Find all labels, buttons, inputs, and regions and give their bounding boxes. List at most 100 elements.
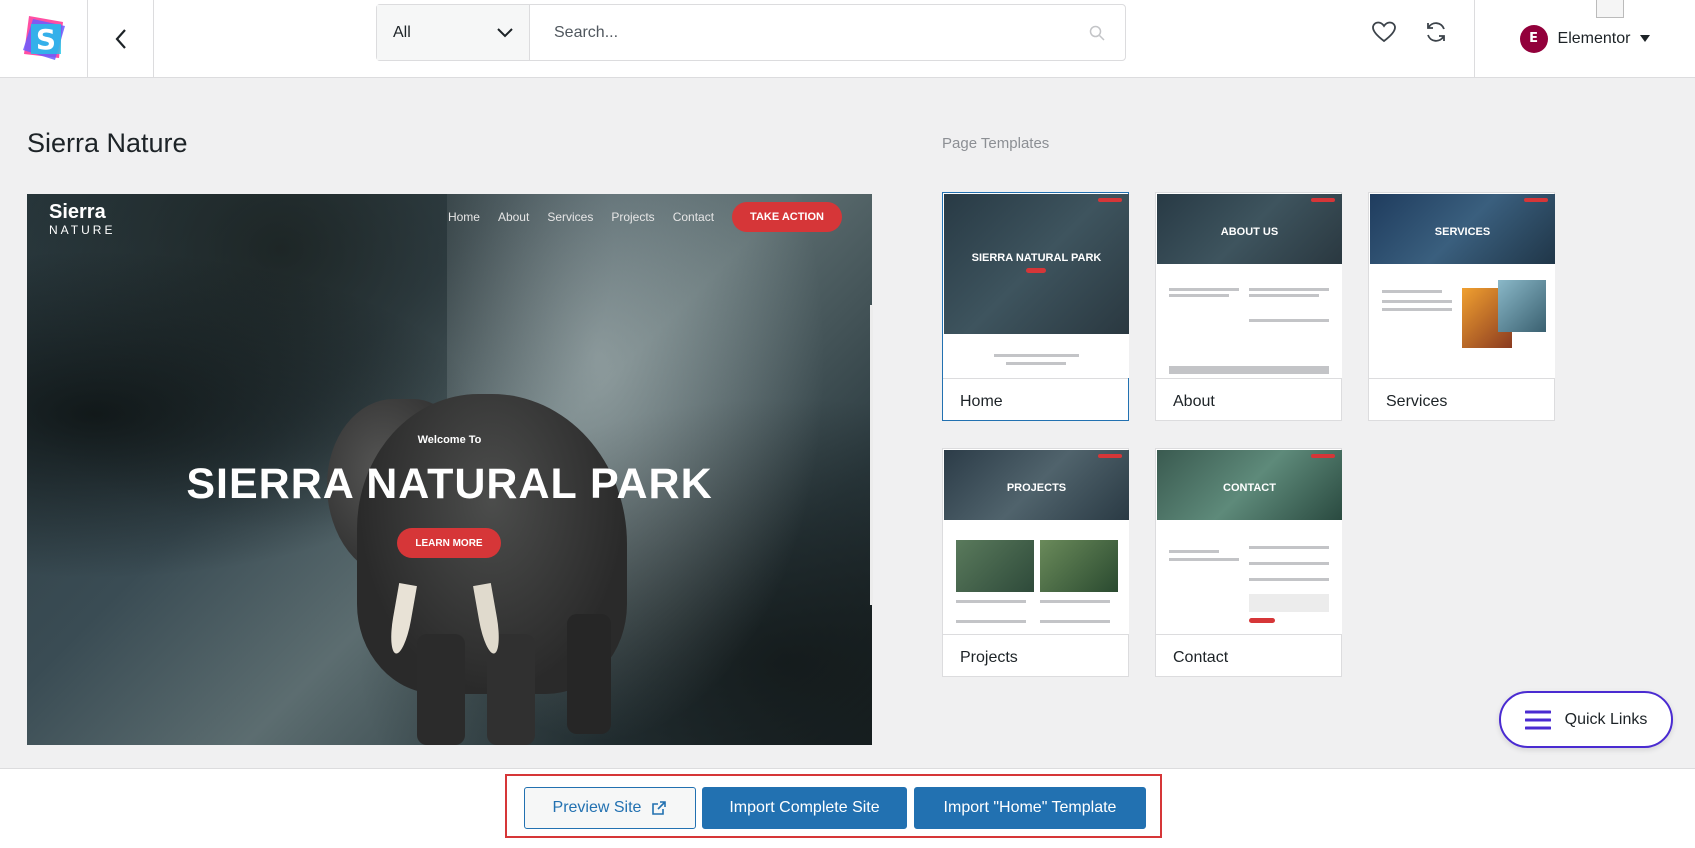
template-card-contact[interactable]: CONTACT Contact (1155, 448, 1342, 677)
thumb-line (1169, 294, 1229, 297)
thumb-line (1040, 620, 1110, 623)
template-thumbnail: ABOUT US (1157, 194, 1342, 378)
thumb-line (1249, 288, 1329, 291)
quick-links-label: Quick Links (1564, 710, 1648, 728)
thumb-line (1169, 288, 1239, 291)
broken-image-icon (1596, 0, 1624, 18)
chevron-left-icon (115, 28, 126, 49)
card-divider (1156, 634, 1341, 635)
preview-logo-title: Sierra (49, 201, 106, 223)
template-label: Contact (1173, 649, 1229, 666)
thumb-stats (1169, 366, 1329, 374)
template-card-about[interactable]: ABOUT US About (1155, 192, 1342, 421)
thumb-cta (1098, 198, 1122, 202)
preview-site-button[interactable]: Preview Site (524, 787, 696, 829)
thumb-line (1382, 290, 1442, 293)
thumb-line (1169, 558, 1239, 561)
thumb-line (1006, 362, 1066, 365)
thumb-hero-text: CONTACT (1223, 482, 1276, 494)
template-card-home[interactable]: SIERRA NATURAL PARK Home (942, 192, 1129, 421)
thumb-hero-text: PROJECTS (1006, 482, 1067, 494)
preview-learn-more: LEARN MORE (397, 528, 501, 558)
import-template-button[interactable]: Import "Home" Template (914, 787, 1146, 829)
thumb-button (1026, 268, 1046, 273)
card-divider (943, 378, 1128, 379)
sync-button[interactable] (1422, 18, 1450, 46)
app-logo[interactable]: S (0, 0, 88, 77)
thumb-line (956, 600, 1026, 603)
preview-logo-subtitle: NATURE (49, 223, 116, 237)
preview-heading: SIERRA NATURAL PARK (186, 460, 713, 508)
template-thumbnail: CONTACT (1157, 450, 1342, 634)
builder-label: Elementor (1557, 29, 1631, 47)
card-divider (943, 634, 1128, 635)
elephant-leg (567, 614, 611, 734)
preview-nav-contact: Contact (672, 210, 715, 224)
thumb-cta (1098, 454, 1122, 458)
external-link-icon (652, 801, 667, 815)
template-label: Home (960, 393, 1003, 410)
site-title: Sierra Nature (27, 128, 188, 158)
thumb-cta (1311, 198, 1335, 202)
site-preview-image: Sierra NATURE Home About Services Projec… (27, 194, 872, 745)
menu-icon (1524, 710, 1551, 729)
import-complete-label: Import Complete Site (729, 799, 880, 816)
preview-scrollbar[interactable] (870, 305, 873, 605)
back-button[interactable] (88, 0, 154, 77)
thumb-hero (944, 194, 1129, 334)
template-thumbnail: PROJECTS (944, 450, 1129, 634)
template-card-services[interactable]: SERVICES Services (1368, 192, 1555, 421)
top-header: S All E Elementor (0, 0, 1695, 78)
template-thumbnail: SIERRA NATURAL PARK (944, 194, 1129, 378)
search-icon[interactable] (1089, 25, 1105, 41)
chevron-down-icon (497, 27, 513, 37)
caret-down-icon (1640, 34, 1651, 42)
preview-nav-services: Services (547, 210, 594, 224)
thumb-line (956, 620, 1026, 623)
thumb-line (1249, 294, 1319, 297)
search-bar: All (376, 4, 1126, 61)
logo-icon: S (22, 15, 65, 60)
preview-nav: Home About Services Projects Contact TAK… (448, 202, 842, 232)
preview-nav-about: About (497, 210, 530, 224)
thumb-hero-text: SERVICES (1434, 226, 1491, 238)
page-templates-label: Page Templates (942, 135, 1050, 152)
import-complete-site-button[interactable]: Import Complete Site (702, 787, 907, 829)
thumb-photo (1498, 280, 1546, 332)
card-divider (1156, 378, 1341, 379)
quick-links-button[interactable]: Quick Links (1499, 691, 1673, 748)
thumb-hero-text: SIERRA NATURAL PARK (971, 252, 1102, 264)
thumb-field (1249, 578, 1329, 581)
thumb-line (1249, 319, 1329, 322)
thumb-line (1040, 600, 1110, 603)
card-divider (1369, 378, 1554, 379)
thumb-field (1249, 562, 1329, 565)
thumb-cta (1524, 198, 1548, 202)
thumb-photo (1040, 540, 1118, 592)
action-footer: Preview Site Import Complete Site Import… (0, 768, 1695, 848)
favorites-button[interactable] (1370, 18, 1398, 46)
heart-icon (1372, 21, 1396, 43)
refresh-icon (1427, 22, 1445, 42)
template-label: Projects (960, 649, 1018, 666)
template-thumbnail: SERVICES (1370, 194, 1555, 378)
page-builder-select[interactable]: E Elementor (1474, 0, 1695, 77)
template-label: About (1173, 393, 1215, 410)
thumb-cta (1311, 454, 1335, 458)
search-input[interactable] (554, 23, 1101, 42)
thumb-photo (956, 540, 1034, 592)
preview-site-label: Preview Site (552, 799, 642, 816)
preview-welcome: Welcome To (417, 434, 482, 446)
thumb-field (1249, 546, 1329, 549)
preview-nav-home: Home (447, 210, 480, 224)
elementor-icon: E (1519, 24, 1548, 53)
elephant-leg (417, 634, 465, 745)
svg-text:S: S (35, 23, 55, 56)
thumb-line (1382, 300, 1452, 303)
thumb-hero-text: ABOUT US (1220, 226, 1279, 238)
category-filter-select[interactable]: All (377, 5, 530, 60)
thumb-line (1169, 550, 1219, 553)
template-card-projects[interactable]: PROJECTS Projects (942, 448, 1129, 677)
preview-logo: Sierra NATURE (49, 202, 115, 238)
thumb-line (994, 354, 1079, 357)
